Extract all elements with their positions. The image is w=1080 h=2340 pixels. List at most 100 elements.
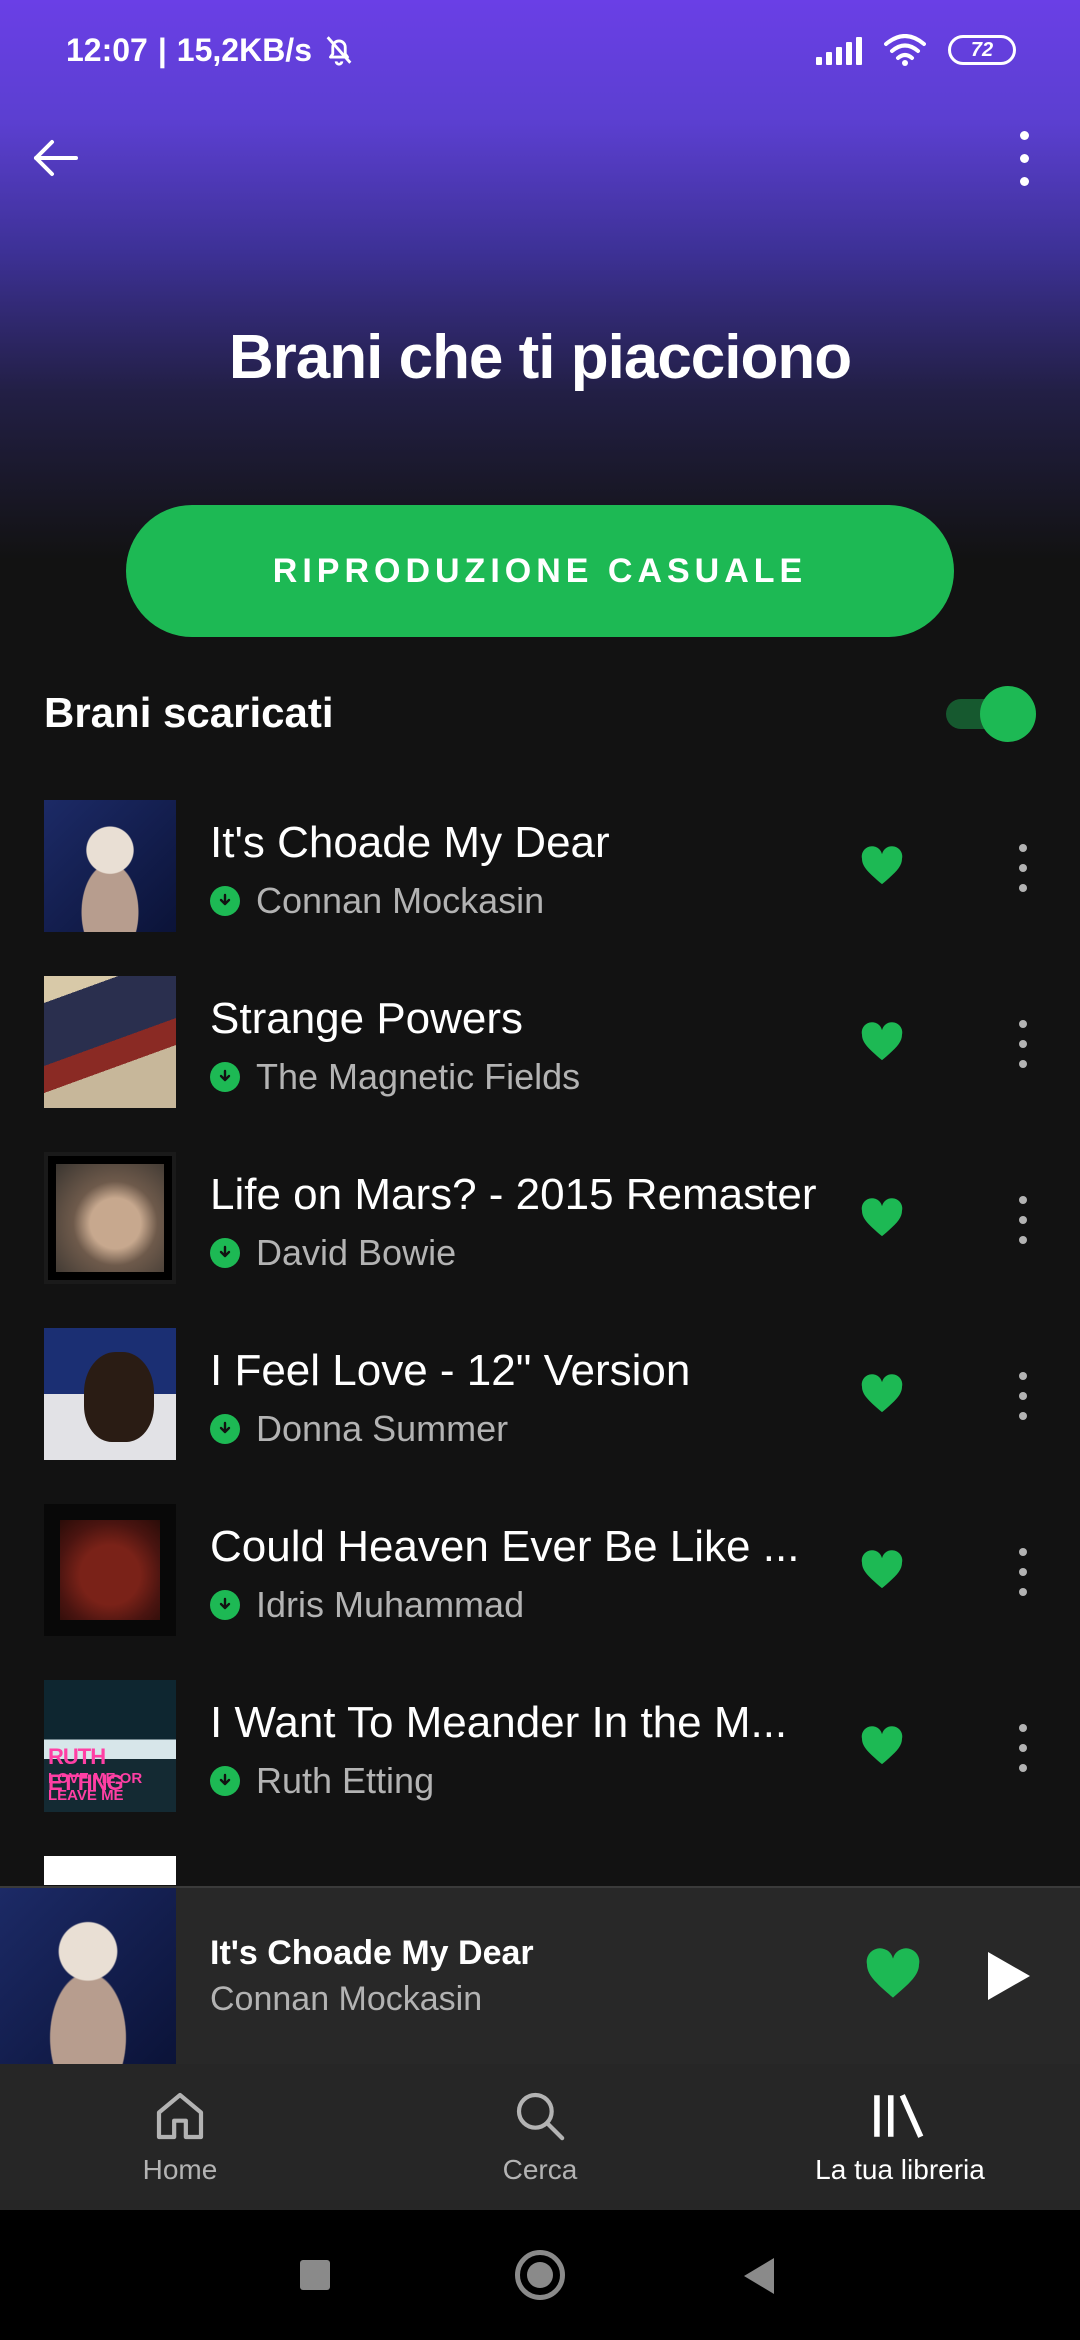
track-more-button[interactable] bbox=[1016, 1196, 1030, 1244]
system-navigation-bar bbox=[0, 2210, 1080, 2340]
back-button[interactable] bbox=[24, 126, 88, 190]
nav-home[interactable]: Home bbox=[0, 2064, 360, 2210]
now-playing-artist: Connan Mockasin bbox=[210, 1980, 483, 2018]
track-subtitle: Donna Summer bbox=[210, 1408, 508, 1450]
track-list: It's Choade My Dear Connan Mockasin Stra… bbox=[0, 800, 1080, 1885]
downloaded-songs-label: Brani scaricati bbox=[44, 689, 334, 736]
album-art bbox=[44, 1504, 176, 1636]
album-art bbox=[44, 1152, 176, 1284]
status-separator: | bbox=[157, 31, 167, 68]
system-back-icon[interactable] bbox=[744, 2258, 774, 2294]
silent-bell-icon bbox=[326, 36, 352, 66]
downloaded-icon bbox=[210, 1414, 240, 1444]
downloaded-songs-row: Brani scaricati bbox=[44, 680, 1036, 746]
album-art bbox=[44, 800, 176, 932]
play-icon[interactable] bbox=[984, 1950, 1032, 2002]
wifi-icon bbox=[884, 34, 926, 66]
more-vertical-icon bbox=[1019, 1372, 1027, 1380]
now-playing-title: It's Choade My Dear bbox=[210, 1934, 534, 1972]
home-circle-icon[interactable] bbox=[515, 2250, 565, 2300]
album-art bbox=[44, 976, 176, 1108]
track-more-button[interactable] bbox=[1016, 844, 1030, 892]
downloaded-icon bbox=[210, 1062, 240, 1092]
track-subtitle: The Magnetic Fields bbox=[210, 1056, 580, 1098]
nav-home-label: Home bbox=[142, 2154, 218, 2185]
track-subtitle: David Bowie bbox=[210, 1232, 456, 1274]
track-artist: Ruth Etting bbox=[256, 1760, 435, 1801]
status-time: 12:07 bbox=[66, 31, 148, 68]
nav-library[interactable]: La tua libreria bbox=[720, 2064, 1080, 2210]
bottom-navigation: Home Cerca La tua libreria bbox=[0, 2064, 1080, 2210]
recent-apps-icon[interactable] bbox=[300, 2260, 330, 2290]
shuffle-play-button[interactable]: RIPRODUZIONE CASUALE bbox=[126, 505, 954, 637]
back-arrow-icon bbox=[34, 140, 78, 176]
track-title: Life on Mars? - 2015 Remaster bbox=[210, 1170, 817, 1219]
track-artist: The Magnetic Fields bbox=[256, 1056, 581, 1097]
status-right: 72 bbox=[816, 34, 1016, 66]
liked-heart-icon[interactable] bbox=[860, 1374, 904, 1414]
track-artist: David Bowie bbox=[256, 1232, 457, 1273]
downloaded-icon bbox=[210, 1590, 240, 1620]
track-title: Strange Powers bbox=[210, 994, 524, 1043]
track-artist: Donna Summer bbox=[256, 1408, 509, 1449]
track-row[interactable]: Could Heaven Ever Be Like ... Idris Muha… bbox=[0, 1504, 1080, 1680]
status-network-speed: 15,2KB/s bbox=[176, 31, 312, 68]
album-art bbox=[44, 1856, 176, 1885]
battery-level: 72 bbox=[970, 38, 994, 61]
downloaded-songs-toggle[interactable] bbox=[946, 686, 1036, 742]
track-subtitle: Idris Muhammad bbox=[210, 1584, 524, 1626]
track-title: I Want To Meander In the M... bbox=[210, 1698, 788, 1747]
liked-heart-icon[interactable] bbox=[860, 1198, 904, 1238]
album-art bbox=[44, 1328, 176, 1460]
track-more-button[interactable] bbox=[1016, 1020, 1030, 1068]
downloaded-icon bbox=[210, 1766, 240, 1796]
track-title: It's Choade My Dear bbox=[210, 818, 610, 867]
more-vertical-icon bbox=[1019, 1196, 1027, 1204]
page-title: Brani che ti piacciono bbox=[228, 323, 852, 392]
album-art-text: LOVE ME OR LEAVE ME bbox=[48, 1770, 143, 1804]
liked-heart-icon[interactable] bbox=[860, 1022, 904, 1062]
now-playing-heart-icon[interactable] bbox=[864, 1948, 922, 2000]
track-subtitle: Connan Mockasin bbox=[210, 880, 544, 922]
signal-icon bbox=[816, 35, 862, 65]
status-left: 12:07 | 15,2KB/s bbox=[66, 32, 356, 69]
track-more-button[interactable] bbox=[1016, 1372, 1030, 1420]
more-vertical-icon bbox=[1019, 1020, 1027, 1028]
track-row[interactable]: RUTH ETTING LOVE ME OR LEAVE ME I Want T… bbox=[0, 1680, 1080, 1856]
liked-songs-screen: 12:07 | 15,2KB/s 72 Brani che ti piaccio… bbox=[0, 0, 1080, 2340]
downloaded-icon bbox=[210, 886, 240, 916]
search-icon bbox=[516, 2092, 565, 2141]
track-title: I Feel Love - 12" Version bbox=[210, 1346, 691, 1395]
battery-icon: 72 bbox=[948, 35, 1016, 65]
mini-player[interactable]: It's Choade My Dear Connan Mockasin bbox=[0, 1886, 1080, 2064]
track-artist: Connan Mockasin bbox=[256, 880, 545, 921]
track-row[interactable]: Strange Powers The Magnetic Fields bbox=[0, 976, 1080, 1152]
more-vertical-icon bbox=[1019, 130, 1029, 140]
track-artist: Idris Muhammad bbox=[256, 1584, 525, 1625]
track-more-button[interactable] bbox=[1016, 1548, 1030, 1596]
track-row[interactable]: I Feel Love - 12" Version Donna Summer bbox=[0, 1328, 1080, 1504]
track-subtitle: Ruth Etting bbox=[210, 1760, 434, 1802]
more-vertical-icon bbox=[1019, 1724, 1027, 1732]
nav-search[interactable]: Cerca bbox=[360, 2064, 720, 2210]
home-icon bbox=[156, 2092, 204, 2140]
more-options-button[interactable] bbox=[1000, 126, 1048, 190]
track-more-button[interactable] bbox=[1016, 1724, 1030, 1772]
track-row[interactable]: It's Choade My Dear Connan Mockasin bbox=[0, 800, 1080, 976]
liked-heart-icon[interactable] bbox=[860, 1550, 904, 1590]
status-bar: 12:07 | 15,2KB/s 72 bbox=[0, 0, 1080, 100]
more-vertical-icon bbox=[1019, 1548, 1027, 1556]
nav-library-label: La tua libreria bbox=[815, 2154, 985, 2185]
liked-heart-icon[interactable] bbox=[860, 846, 904, 886]
track-title: Could Heaven Ever Be Like ... bbox=[210, 1522, 800, 1571]
nav-search-label: Cerca bbox=[502, 2154, 578, 2185]
more-vertical-icon bbox=[1019, 844, 1027, 852]
liked-heart-icon[interactable] bbox=[860, 1726, 904, 1766]
toggle-knob bbox=[980, 686, 1036, 742]
now-playing-album-art bbox=[0, 1888, 176, 2064]
track-row[interactable]: Life on Mars? - 2015 Remaster David Bowi… bbox=[0, 1152, 1080, 1328]
track-row-partial[interactable] bbox=[0, 1856, 1080, 1885]
downloaded-icon bbox=[210, 1238, 240, 1268]
album-art: RUTH ETTING LOVE ME OR LEAVE ME bbox=[44, 1680, 176, 1812]
library-icon bbox=[874, 2094, 924, 2138]
